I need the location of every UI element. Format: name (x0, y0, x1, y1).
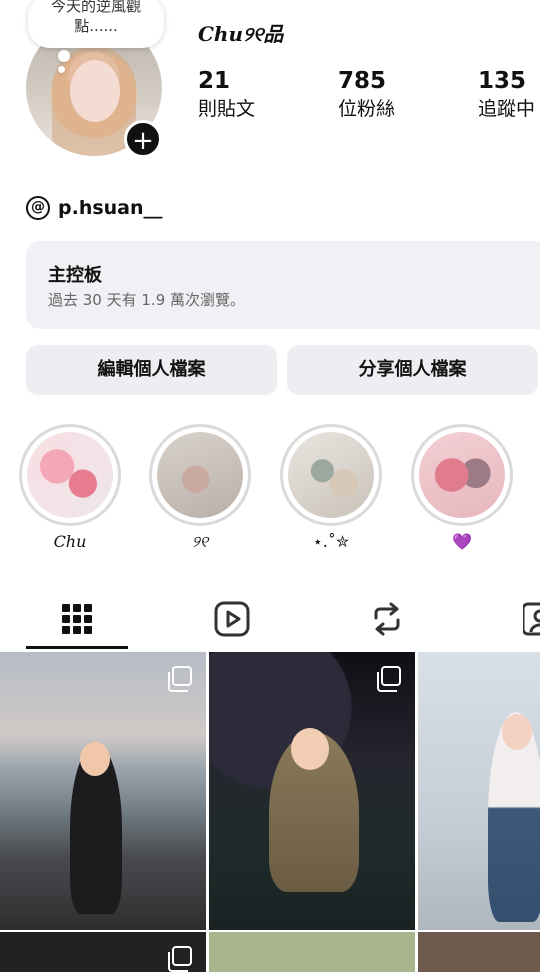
carousel-icon (168, 666, 192, 692)
reels-icon (214, 601, 250, 637)
dashboard-subtitle: 過去 30 天有 1.9 萬次瀏覽。 (48, 291, 246, 309)
highlight-cover (288, 432, 374, 518)
carousel-icon (377, 666, 401, 692)
post-thumbnail[interactable] (0, 932, 206, 972)
reposts-icon (374, 602, 400, 636)
highlight-cover (157, 432, 243, 518)
display-name: Chu୨୧品 (198, 22, 284, 46)
stat-followers[interactable]: 785 位粉絲 (338, 66, 395, 122)
profile-note-text: 今天的逆風觀點...... (50, 0, 141, 35)
highlight-caption: ୨୧ (191, 532, 209, 551)
tab-tagged[interactable] (490, 590, 540, 648)
stat-posts-label: 則貼文 (198, 98, 256, 120)
stat-followers-count: 785 (338, 68, 387, 94)
profile-tabs (0, 590, 540, 650)
threads-link[interactable]: @ p.hsuan__ (26, 196, 163, 220)
stat-following-label: 追蹤中 (478, 98, 536, 120)
story-highlight[interactable]: Chu (19, 424, 121, 551)
post-thumbnail[interactable] (0, 652, 206, 930)
stat-posts-count: 21 (198, 68, 231, 94)
tab-posts[interactable] (27, 590, 127, 648)
stat-posts[interactable]: 21 則貼文 (198, 66, 255, 122)
post-thumbnail[interactable] (209, 932, 415, 972)
add-story-button[interactable]: + (124, 120, 162, 158)
highlight-cover (419, 432, 505, 518)
stat-following-count: 135 (478, 68, 527, 94)
carousel-icon (168, 946, 192, 972)
post-thumbnail[interactable] (418, 932, 540, 972)
professional-dashboard[interactable]: 主控板 過去 30 天有 1.9 萬次瀏覽。 (26, 241, 540, 329)
stat-followers-label: 位粉絲 (338, 98, 396, 120)
note-tail (58, 50, 70, 62)
story-highlight[interactable]: 💜 (411, 424, 513, 551)
grid-icon (62, 604, 92, 634)
profile-note-bubble[interactable]: 今天的逆風觀點...... (28, 0, 164, 48)
highlight-caption: ⋆.˚✮ (312, 532, 350, 551)
threads-icon: @ (26, 196, 50, 220)
tagged-icon (523, 602, 540, 636)
dashboard-title: 主控板 (48, 265, 102, 286)
highlight-caption: 💜 (452, 532, 472, 551)
threads-handle: p.hsuan__ (58, 197, 163, 219)
story-highlight[interactable]: ୨୧ (149, 424, 251, 552)
edit-profile-button[interactable]: 編輯個人檔案 (26, 345, 277, 395)
story-highlight[interactable]: ⋆.˚✮ (280, 424, 382, 551)
note-tail-small (58, 66, 65, 73)
active-tab-indicator (26, 646, 128, 649)
post-thumbnail[interactable] (418, 652, 540, 930)
tab-reels[interactable] (182, 590, 282, 648)
plus-icon: + (132, 126, 154, 156)
stat-following[interactable]: 135 追蹤中 (478, 66, 535, 122)
highlight-caption: Chu (53, 532, 87, 551)
tab-reposts[interactable] (337, 590, 437, 648)
share-profile-button[interactable]: 分享個人檔案 (287, 345, 538, 395)
post-thumbnail[interactable] (209, 652, 415, 930)
highlight-cover (27, 432, 113, 518)
